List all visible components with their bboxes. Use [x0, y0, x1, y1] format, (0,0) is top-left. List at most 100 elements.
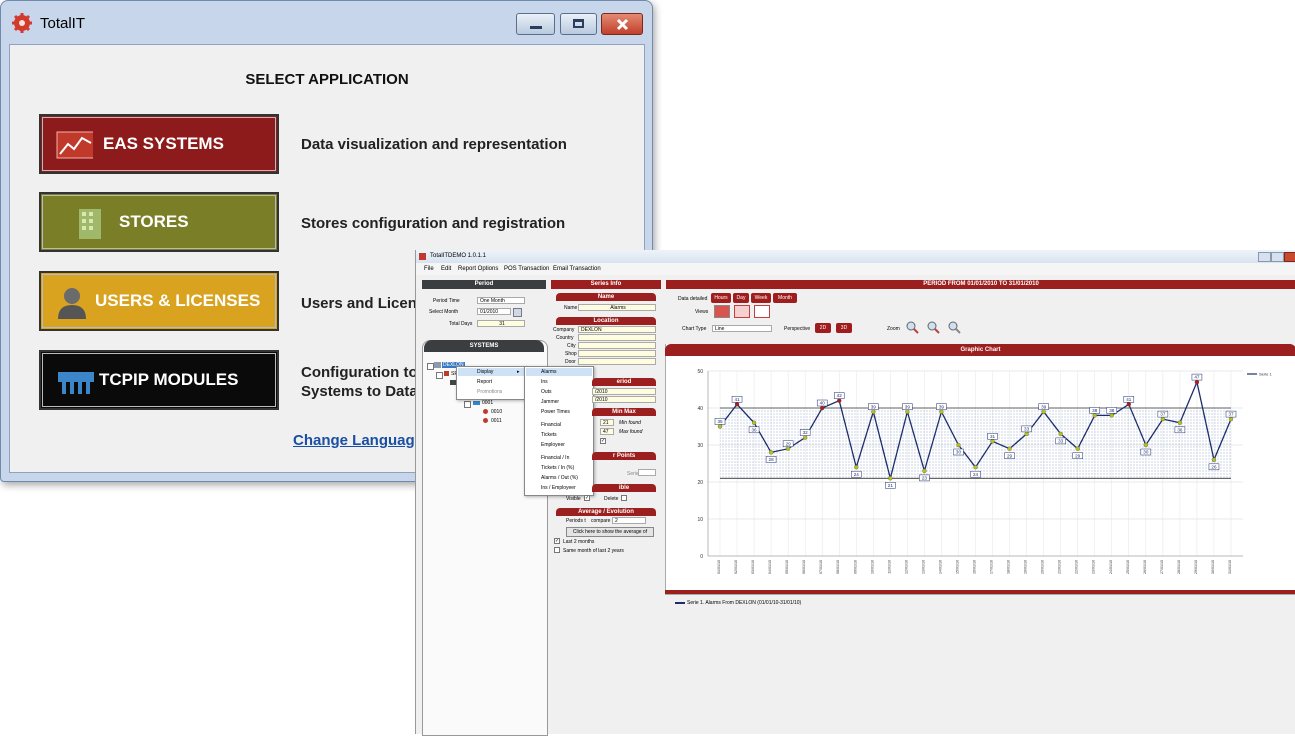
context-item-report[interactable]: Report	[477, 379, 492, 385]
submenu-employeer[interactable]: Employeer	[541, 442, 565, 448]
city-field[interactable]	[578, 342, 656, 349]
x-tick-label: 11/01/10	[887, 560, 891, 574]
data-label: 23	[922, 476, 928, 481]
menu-report-options[interactable]: Report Options	[458, 266, 498, 272]
data-point	[1024, 431, 1029, 437]
tree-expander-node[interactable]	[464, 401, 471, 408]
tab-day[interactable]: Day	[733, 293, 749, 303]
total-days-label: Total Days	[449, 321, 473, 327]
context-item-display[interactable]: Display	[477, 369, 493, 375]
tree-expander-root[interactable]	[427, 363, 434, 370]
max-value-field: 47	[600, 428, 614, 435]
tcpip-modules-button[interactable]: TCPIP MODULES	[39, 350, 279, 410]
menu-edit[interactable]: Edit	[441, 266, 451, 272]
x-tick-label: 30/01/10	[1211, 560, 1215, 574]
demo-titlebar[interactable]: TotalITDEMO 1.0.1.1	[416, 250, 1295, 263]
submenu-ins-employeer[interactable]: Ins / Employeer	[541, 485, 576, 491]
launcher-titlebar[interactable]: TotalIT	[1, 1, 652, 41]
minimize-button[interactable]	[516, 13, 555, 35]
period-time-select[interactable]: One Month	[477, 297, 525, 304]
select-month-field[interactable]: 01/2010	[477, 308, 511, 315]
data-point	[1194, 379, 1200, 385]
submenu-financial[interactable]: Financial	[541, 422, 561, 428]
submenu-tickets-in[interactable]: Tickets / In (%)	[541, 465, 574, 471]
tree-item-0011[interactable]: 0011	[491, 418, 502, 424]
perspective-2d-button[interactable]: 2D	[815, 323, 831, 333]
data-point	[1177, 420, 1183, 425]
menu-file[interactable]: File	[424, 266, 434, 272]
x-tick-label: 08/01/10	[836, 560, 840, 574]
x-tick-label: 24/01/10	[1109, 560, 1113, 574]
delete-checkbox[interactable]	[621, 495, 627, 501]
tree-item-0010[interactable]: 0010	[491, 409, 502, 415]
tab-month[interactable]: Month	[773, 293, 797, 303]
change-language-link[interactable]: Change Languag	[293, 432, 415, 449]
table-view-icon[interactable]	[734, 305, 750, 318]
submenu-power-times[interactable]: Power Times	[541, 409, 570, 415]
close-button[interactable]	[601, 13, 643, 35]
x-tick-label: 02/01/10	[734, 560, 738, 574]
network-module-icon	[58, 372, 94, 394]
data-point	[922, 468, 927, 474]
same-month-checkbox[interactable]	[554, 547, 560, 553]
name-section-header: Name	[556, 293, 656, 301]
data-point	[888, 476, 893, 481]
menu-email-transaction[interactable]: Email Transaction	[553, 266, 601, 272]
footer-legend-swatch	[675, 602, 685, 604]
submenu-alarms[interactable]: Alarms	[541, 369, 557, 375]
door-field[interactable]	[578, 358, 656, 365]
x-tick-label: 15/01/10	[955, 560, 959, 574]
perspective-3d-button[interactable]: 3D	[836, 323, 852, 333]
company-field[interactable]: DEXLON	[578, 326, 656, 333]
submenu-alarms-out[interactable]: Alarms / Out (%)	[541, 475, 578, 481]
data-point	[1041, 409, 1046, 414]
zoom-label: Zoom	[887, 326, 900, 332]
users-licenses-button[interactable]: USERS & LICENSES	[39, 271, 279, 331]
delete-label: Delete	[604, 496, 619, 502]
maximize-button[interactable]	[560, 13, 597, 35]
tree-expander-sp[interactable]	[436, 372, 443, 379]
stores-button[interactable]: STORES	[39, 192, 279, 252]
eas-systems-button[interactable]: EAS SYSTEMS	[39, 114, 279, 174]
location-section-header: Location	[556, 317, 656, 325]
visible-checkbox[interactable]: ✓	[584, 495, 590, 501]
tcpip-modules-description: Configuration to Systems to Data	[301, 363, 418, 401]
demo-maximize-button[interactable]	[1271, 252, 1284, 262]
zoom-out-icon[interactable]	[926, 320, 940, 334]
tree-item-0001[interactable]: 0001	[482, 400, 493, 406]
data-point	[1211, 457, 1217, 462]
show-average-button[interactable]: Click here to show the average of	[566, 527, 654, 537]
average-evolution-header: Average / Evolution	[556, 508, 656, 516]
demo-close-button[interactable]	[1284, 252, 1295, 262]
data-point	[871, 409, 876, 414]
chart-type-select[interactable]: Line	[712, 325, 772, 332]
last-2-months-checkbox[interactable]: ✓	[554, 538, 560, 544]
submenu-outs[interactable]: Outs	[541, 389, 552, 395]
zoom-reset-icon[interactable]	[947, 320, 961, 334]
tab-week[interactable]: Week	[751, 293, 771, 303]
context-item-promotions[interactable]: Promotions	[477, 389, 502, 395]
shop-field[interactable]	[578, 350, 656, 357]
line-view-icon[interactable]	[714, 305, 730, 318]
submenu-jammer[interactable]: Jammer	[541, 399, 559, 405]
building-icon	[79, 209, 101, 239]
data-point	[1007, 446, 1012, 451]
module-icon	[473, 401, 480, 405]
calendar-icon[interactable]	[513, 308, 522, 317]
minmax-checkbox[interactable]: ✓	[600, 438, 606, 444]
submenu-financial-in[interactable]: Financial / In	[541, 455, 569, 461]
submenu-tickets[interactable]: Tickets	[541, 432, 557, 438]
series-name-field[interactable]: Alarms	[578, 304, 656, 311]
zoom-in-icon[interactable]	[905, 320, 919, 334]
country-field[interactable]	[578, 334, 656, 341]
demo-minimize-button[interactable]	[1258, 252, 1271, 262]
compare-select[interactable]: 2	[612, 517, 646, 524]
data-point	[768, 450, 774, 455]
serie-select[interactable]	[638, 469, 656, 476]
min-value-field: 21	[600, 419, 614, 426]
submenu-ins[interactable]: Ins	[541, 379, 548, 385]
x-tick-label: 07/01/10	[819, 560, 823, 574]
menu-pos-transaction[interactable]: POS Transaction	[504, 266, 549, 272]
blank-view-icon[interactable]	[754, 305, 770, 318]
tab-hours[interactable]: Hours	[711, 293, 731, 303]
